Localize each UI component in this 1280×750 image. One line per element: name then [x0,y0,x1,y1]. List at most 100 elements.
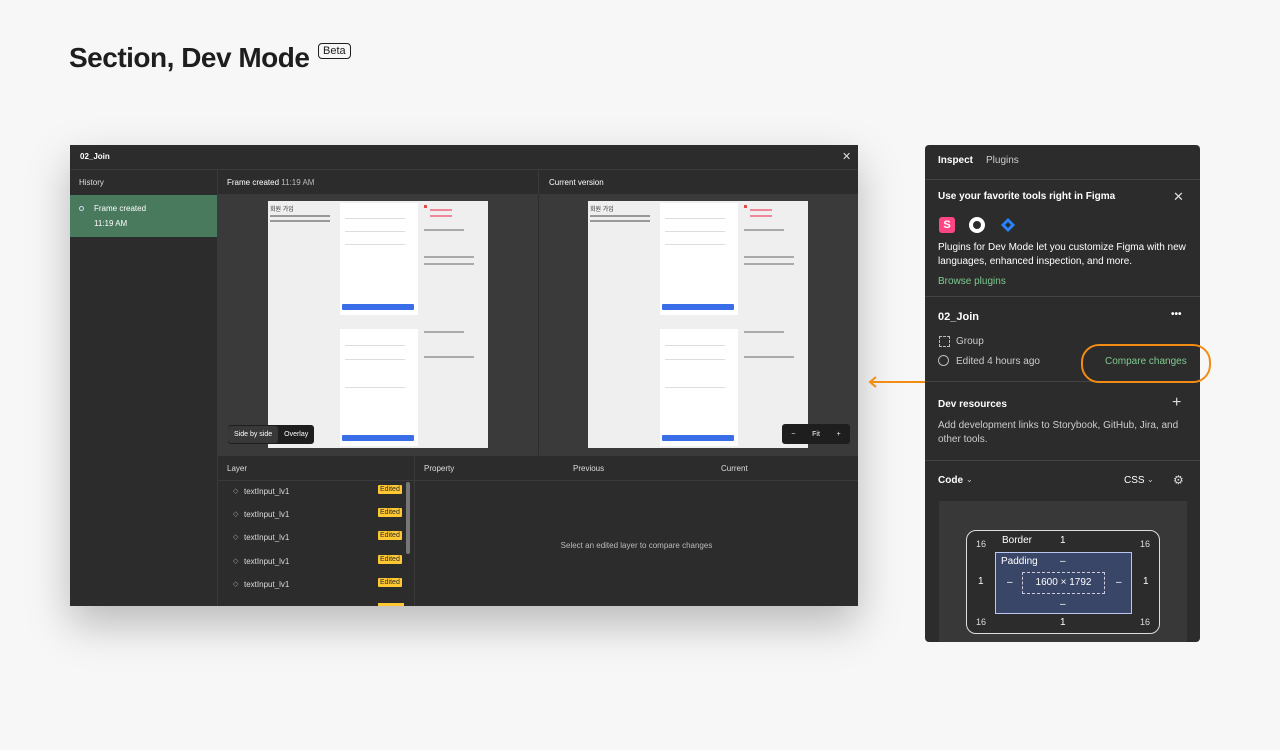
component-icon: ◇ [233,534,239,541]
github-icon[interactable] [969,217,985,233]
border-left-value: 1 [978,576,984,587]
history-icon [938,355,949,366]
storybook-icon[interactable]: S [939,217,955,233]
overlay-button[interactable]: Overlay [278,431,314,438]
zoom-in-button[interactable]: + [827,431,850,438]
mini-page-heading: 회원 가입 [590,207,614,213]
history-item[interactable]: Frame created 11:19 AM [70,195,217,237]
corner-radius-bottom-left: 16 [974,615,988,629]
component-icon: ◇ [233,581,239,588]
layer-header: Layer [227,464,248,473]
zoom-out-button[interactable]: − [782,431,805,438]
more-options-icon[interactable]: ••• [1171,309,1182,320]
frame-thumbnail: 회원 가입 [588,201,808,448]
edited-badge: Edited [378,555,402,564]
layer-row[interactable]: ◇ textInput_lv1 Edited [218,481,414,504]
edited-badge: Edited [378,485,402,494]
padding-left-value: – [1007,577,1013,588]
mini-screen [660,203,738,315]
box-model: 16 16 16 16 Border 1 1 1 1 Padding – – –… [966,530,1160,634]
layer-name: textInput_lv1 [244,533,290,542]
chevron-down-icon[interactable]: ⌄ [1147,475,1154,484]
edited-time: Edited 4 hours ago [956,356,1040,367]
padding-top-value: – [1060,556,1066,567]
previous-version-label: Frame created [227,178,280,187]
layer-row[interactable]: ◇ textInput_lv1 Edited [218,574,414,597]
edited-badge: Edited [378,531,402,540]
history-item-time: 11:19 AM [94,219,128,228]
browse-plugins-link[interactable]: Browse plugins [938,276,1006,287]
close-icon[interactable]: ✕ [1173,189,1184,205]
version-compare-window: 02_Join ✕ History Frame created 11:19 AM… [70,145,858,606]
previous-preview: 회원 가입 [218,194,539,455]
current-preview: 회원 가입 [539,194,858,455]
zoom-fit-button[interactable]: Fit [805,431,828,438]
corner-radius-top-right: 16 [1138,537,1152,551]
dev-resources-body: Add development links to Storybook, GitH… [938,420,1179,445]
window-titlebar: 02_Join ✕ [70,145,858,170]
dev-resources-title: Dev resources [938,399,1007,410]
padding-bottom-value: – [1060,599,1066,610]
previous-column-label: Previous [573,464,605,473]
content-size: 1600 × 1792 [1022,572,1105,594]
layer-name: textInput_lv1 [244,487,290,496]
border-top-value: 1 [1060,535,1066,546]
tab-plugins[interactable]: Plugins [986,155,1019,166]
frame-thumbnail: 회원 가입 [268,201,488,448]
border-bottom-value: 1 [1060,617,1066,628]
mini-screen [340,203,418,315]
edited-badge: Edited [378,578,402,587]
promo-body: Plugins for Dev Mode let you customize F… [938,242,1186,267]
layer-compare-area: Layer ◇ textInput_lv1 Edited ◇ textInput… [218,455,858,606]
window-title: 02_Join [80,152,110,161]
layer-row[interactable]: ◇ textInput_lv1 Edited [218,504,414,527]
layer-scrollbar[interactable] [406,482,410,554]
edited-badge: Edited [378,508,402,517]
previous-column-header: Frame created 11:19 AM [218,170,539,195]
layer-name: textInput_lv1 [244,580,290,589]
empty-state-message: Select an edited layer to compare change… [560,541,713,550]
component-icon: ◇ [233,488,239,495]
layer-name: textInput_lv1 [244,557,290,566]
history-sidebar: History Frame created 11:19 AM [70,170,218,606]
page-title: Section, Dev Mode [69,42,310,73]
history-item-label: Frame created [94,204,147,213]
history-dot-icon [79,206,84,211]
border-right-value: 1 [1143,576,1149,587]
tab-inspect[interactable]: Inspect [938,155,973,166]
settings-sliders-icon[interactable]: ⚙ [1173,473,1184,487]
chevron-down-icon[interactable]: ⌄ [966,475,973,484]
history-header: History [79,178,104,187]
close-icon[interactable]: ✕ [842,150,851,163]
mini-screen [340,329,418,446]
layer-row[interactable]: ◇ textInput_lv1 Edited [218,551,414,574]
beta-badge: Beta [318,43,351,59]
zoom-controls: − Fit + [782,424,850,444]
padding-label: Padding [1001,556,1038,567]
component-icon: ◇ [233,511,239,518]
corner-radius-bottom-right: 16 [1138,615,1152,629]
component-icon: ◇ [233,558,239,565]
promo-title: Use your favorite tools right in Figma [938,191,1116,202]
mini-screen [660,329,738,446]
compare-table-header: Property Previous Current [415,456,858,481]
border-label: Border [1002,535,1033,546]
view-mode-toggle: Side by side Overlay [228,425,315,444]
code-section-label[interactable]: Code [938,475,963,486]
layer-list: Layer ◇ textInput_lv1 Edited ◇ textInput… [218,456,415,606]
side-by-side-button[interactable]: Side by side [228,426,279,443]
property-column-header: Property [424,464,455,473]
layer-name: textInput_lv1 [244,510,290,519]
inspect-panel: Inspect Plugins Use your favorite tools … [925,145,1200,642]
box-model-container: 16 16 16 16 Border 1 1 1 1 Padding – – –… [939,501,1187,642]
previous-version-time: 11:19 AM [281,178,315,187]
code-language-select[interactable]: CSS [1124,475,1145,486]
layer-row[interactable]: ◇ textInput_lv1 Edited [218,527,414,550]
current-column-label: Current [721,464,748,473]
jira-icon[interactable] [1000,217,1016,233]
corner-radius-top-left: 16 [974,537,988,551]
selection-type: Group [956,336,984,347]
add-icon[interactable]: + [1172,394,1181,412]
compare-changes-highlight [1081,344,1211,383]
mini-page-heading: 회원 가입 [270,207,294,213]
